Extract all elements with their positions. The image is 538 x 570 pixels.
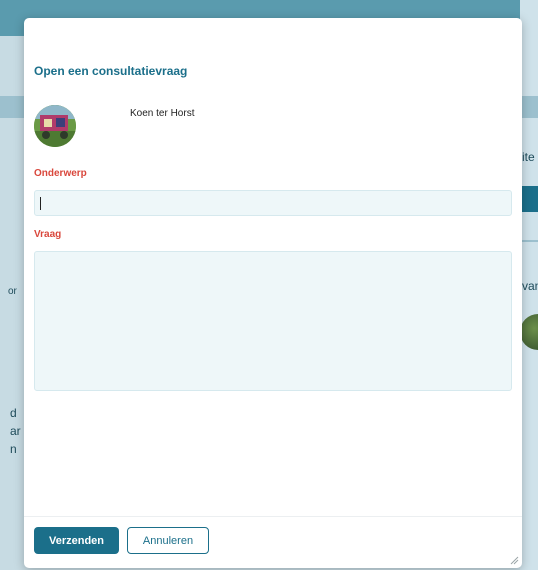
question-textarea[interactable] xyxy=(34,251,512,391)
resize-handle-icon[interactable] xyxy=(509,555,519,565)
dialog-title: Open een consultatievraag xyxy=(34,64,188,78)
background-text: or xyxy=(8,286,17,297)
background-text: ite xyxy=(522,150,535,164)
avatar-photo xyxy=(34,105,76,147)
question-label: Vraag xyxy=(34,229,62,240)
user-name: Koen ter Horst xyxy=(130,108,195,119)
background-text: n xyxy=(10,442,17,456)
background-text: d xyxy=(10,406,17,420)
text-caret xyxy=(40,197,41,210)
cancel-button[interactable]: Annuleren xyxy=(127,527,209,554)
subject-label: Onderwerp xyxy=(34,168,87,179)
submit-button[interactable]: Verzenden xyxy=(34,527,119,554)
avatar xyxy=(34,105,76,147)
footer-divider xyxy=(24,516,522,517)
background-button xyxy=(522,186,538,212)
subject-input[interactable] xyxy=(34,190,512,216)
background-text: van xyxy=(522,279,538,293)
background-text: ar xyxy=(10,424,21,438)
background-divider xyxy=(520,240,538,242)
consultation-dialog: Open een consultatievraag Koen ter Horst… xyxy=(24,18,522,568)
